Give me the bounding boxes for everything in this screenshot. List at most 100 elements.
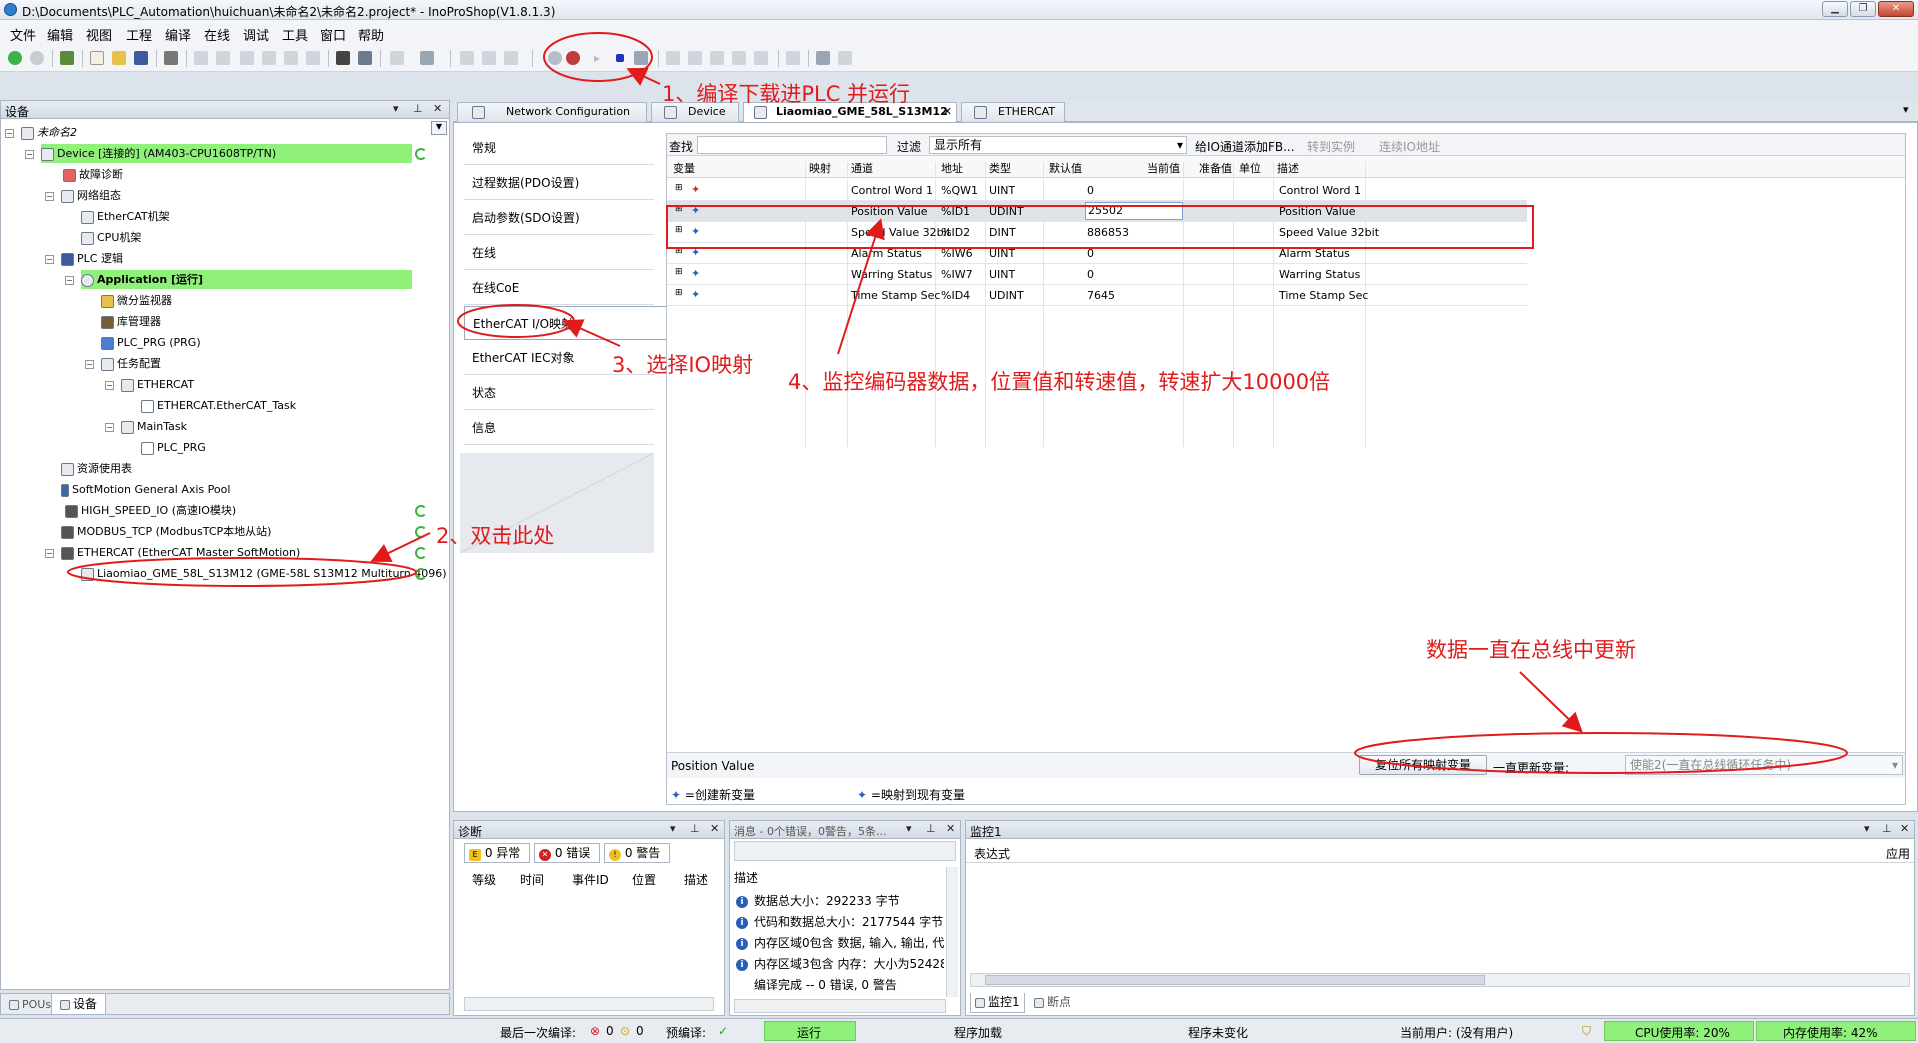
- table-row[interactable]: ⊞ ✦ Position Value %ID1 UDINT 25502 Posi…: [667, 201, 1527, 222]
- add-object-icon[interactable]: [420, 51, 434, 65]
- col-unit[interactable]: 单位: [1239, 160, 1261, 176]
- tree-item-network[interactable]: 网络组态: [61, 186, 121, 205]
- options-icon[interactable]: [838, 51, 852, 65]
- errors-filter[interactable]: ✕ 0 错误: [534, 843, 600, 863]
- tree-item-modbus-tcp[interactable]: MODBUS_TCP (ModbusTCP本地从站): [61, 522, 271, 541]
- tree-item-trace[interactable]: 微分监视器: [101, 291, 172, 310]
- table-row[interactable]: ⊞ ✦ Alarm Status %IW6 UINT 0 Alarm Statu…: [667, 243, 1527, 264]
- table-row[interactable]: ⊞ ✦ Warring Status %IW7 UINT 0 Warring S…: [667, 264, 1527, 285]
- pane-dropdown-icon[interactable]: ▾: [1864, 822, 1870, 835]
- menu-view[interactable]: 视图: [86, 25, 112, 44]
- find-input[interactable]: [697, 136, 887, 154]
- tree-item-diagnostics[interactable]: 故障诊断: [63, 165, 123, 184]
- expand-icon[interactable]: ⊞: [675, 183, 683, 193]
- message-item[interactable]: i 内存区域0包含 数据, 输入, 输出, 代: [736, 933, 944, 953]
- col-mapping[interactable]: 映射: [809, 160, 831, 176]
- message-item[interactable]: i 代码和数据总大小：2177544 字节: [736, 912, 943, 932]
- step-icon[interactable]: [732, 51, 746, 65]
- messages-filter-bar[interactable]: [734, 841, 956, 861]
- start-icon[interactable]: ▸: [594, 51, 608, 65]
- collapse-icon[interactable]: −: [105, 423, 114, 432]
- tab-pous[interactable]: POUs: [3, 996, 57, 1014]
- tree-item-plc-prg[interactable]: PLC_PRG (PRG): [101, 333, 201, 352]
- print-icon[interactable]: [164, 51, 178, 65]
- tree-item-resource-usage[interactable]: 资源使用表: [61, 459, 132, 478]
- tree-item-application[interactable]: Application [运行]: [81, 270, 412, 289]
- tab-devices[interactable]: 设备: [51, 994, 107, 1015]
- pin-icon[interactable]: ⊥: [1882, 822, 1892, 835]
- menu-project[interactable]: 工程: [126, 25, 152, 44]
- collapse-icon[interactable]: −: [45, 192, 54, 201]
- col-channel[interactable]: 通道: [851, 160, 873, 176]
- tab-watch1[interactable]: 监控1: [970, 993, 1025, 1013]
- pin-icon[interactable]: ⊥: [926, 822, 936, 835]
- replace-icon[interactable]: [358, 51, 372, 65]
- vertical-scrollbar[interactable]: [946, 867, 958, 997]
- add-fb-button[interactable]: 给IO通道添加FB...: [1195, 138, 1295, 155]
- menu-tools[interactable]: 工具: [282, 25, 308, 44]
- tree-item-project[interactable]: 未命名2: [21, 123, 77, 142]
- goto-instance-button[interactable]: 转到实例: [1307, 138, 1355, 155]
- expand-icon[interactable]: ⊞: [675, 246, 683, 256]
- pane-dropdown-icon[interactable]: ▾: [393, 102, 399, 115]
- filter-select[interactable]: 显示所有 ▾: [929, 136, 1187, 154]
- expand-icon[interactable]: ⊞: [675, 225, 683, 235]
- cut-icon[interactable]: [240, 51, 254, 65]
- save-icon[interactable]: [134, 51, 148, 65]
- collapse-icon[interactable]: −: [105, 381, 114, 390]
- open-folder-icon[interactable]: [112, 51, 126, 65]
- side-tab-io-mapping[interactable]: EtherCAT I/O映射: [464, 306, 667, 340]
- message-item[interactable]: 编译完成 -- 0 错误, 0 警告: [736, 975, 897, 995]
- exceptions-filter[interactable]: E 0 异常: [464, 843, 530, 863]
- tree-item-library-manager[interactable]: 库管理器: [101, 312, 161, 331]
- back-icon[interactable]: [8, 51, 22, 65]
- menu-edit[interactable]: 编辑: [47, 25, 73, 44]
- pane-close-icon[interactable]: ✕: [946, 822, 955, 835]
- horizontal-scrollbar[interactable]: [464, 997, 714, 1011]
- col-description[interactable]: 描述: [1277, 160, 1299, 176]
- tree-item-ethercat-task-call[interactable]: ETHERCAT.EtherCAT_Task: [141, 396, 296, 415]
- force-values-icon[interactable]: [688, 51, 702, 65]
- tree-scroll-button[interactable]: ▼: [431, 121, 447, 135]
- copy-icon[interactable]: [262, 51, 276, 65]
- breakpoint-icon[interactable]: [754, 51, 768, 65]
- side-tab-sdo[interactable]: 启动参数(SDO设置): [464, 201, 654, 235]
- paste-icon[interactable]: [284, 51, 298, 65]
- pin-icon[interactable]: ⊥: [690, 822, 700, 835]
- message-item[interactable]: i 内存区域3包含 内存：大小为524288: [736, 954, 944, 974]
- side-tab-online[interactable]: 在线: [464, 236, 654, 270]
- build-icon[interactable]: [460, 51, 474, 65]
- login-icon[interactable]: [548, 51, 562, 65]
- table-row[interactable]: ⊞ ✦ Control Word 1 %QW1 UINT 0 Control W…: [667, 180, 1527, 201]
- close-button[interactable]: ✕: [1878, 1, 1914, 17]
- tree-item-high-speed-io[interactable]: HIGH_SPEED_IO (高速IO模块): [65, 501, 236, 520]
- warnings-filter[interactable]: ! 0 警告: [604, 843, 670, 863]
- rebuild-icon[interactable]: [482, 51, 496, 65]
- horizontal-scrollbar[interactable]: [734, 999, 946, 1013]
- screen-icon[interactable]: [816, 51, 830, 65]
- device-tree-icon[interactable]: [60, 51, 74, 65]
- menu-build[interactable]: 编译: [165, 25, 191, 44]
- pane-dropdown-icon[interactable]: ▾: [670, 822, 676, 835]
- stop-icon[interactable]: [616, 54, 624, 62]
- tree-item-device[interactable]: Device [连接的] (AM403-CPU1608TP/TN): [41, 144, 412, 163]
- tree-item-ethercat-master[interactable]: ETHERCAT (EtherCAT Master SoftMotion): [61, 543, 300, 562]
- pin-icon[interactable]: ⊥: [413, 102, 423, 115]
- redo-icon[interactable]: [216, 51, 230, 65]
- side-tab-pdo[interactable]: 过程数据(PDO设置): [464, 166, 654, 200]
- collapse-icon[interactable]: −: [25, 150, 34, 159]
- tab-ethercat[interactable]: ETHERCAT: [961, 102, 1065, 122]
- tab-breakpoints[interactable]: 断点: [1030, 993, 1075, 1013]
- tree-item-encoder[interactable]: Liaomiao_GME_58L_S13M12 (GME-58L S13M12 …: [81, 564, 447, 583]
- tabs-dropdown-icon[interactable]: ▾: [1903, 103, 1909, 116]
- tree-item-plc-prg-call[interactable]: PLC_PRG: [141, 438, 206, 457]
- find-icon[interactable]: [336, 51, 350, 65]
- write-values-icon[interactable]: [666, 51, 680, 65]
- undo-icon[interactable]: [194, 51, 208, 65]
- col-variable[interactable]: 变量: [673, 160, 695, 176]
- tree-item-ethercat-rack[interactable]: EtherCAT机架: [81, 207, 170, 226]
- side-tab-info[interactable]: 信息: [464, 411, 654, 445]
- tree-item-ethercat-task[interactable]: ETHERCAT: [121, 375, 194, 394]
- unforce-icon[interactable]: [710, 51, 724, 65]
- select-all-icon[interactable]: [390, 51, 404, 65]
